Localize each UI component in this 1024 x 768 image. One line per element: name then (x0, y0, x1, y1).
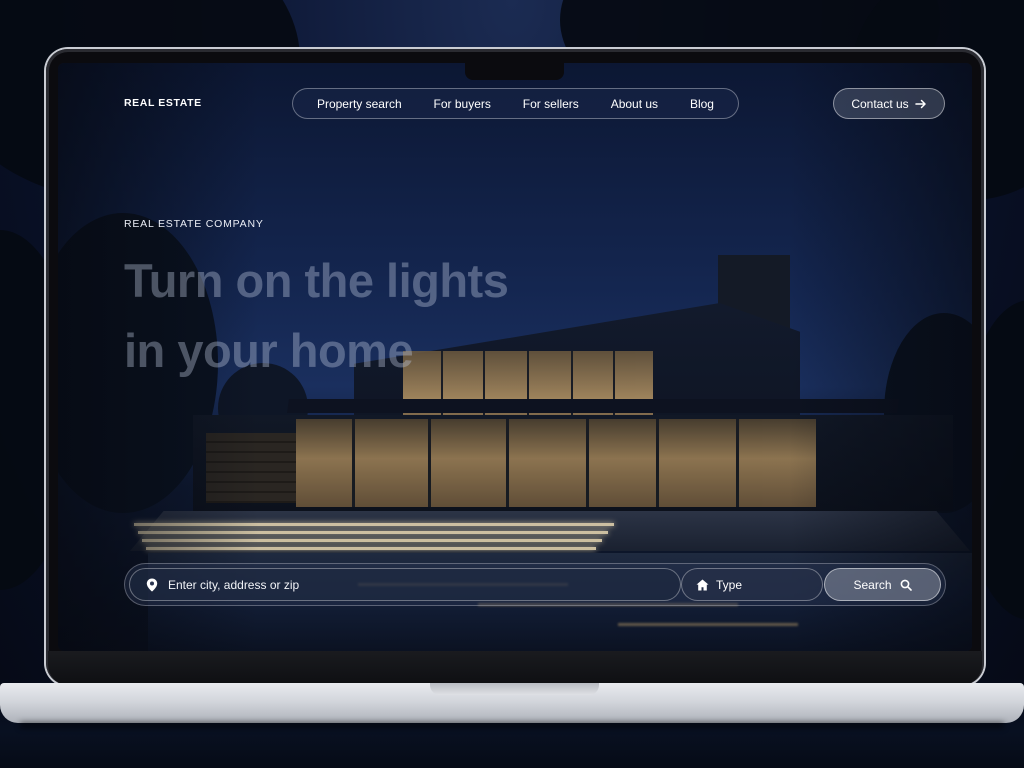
property-search-bar: Type Search (124, 563, 946, 606)
site-logo[interactable]: REAL ESTATE (124, 97, 202, 109)
nav-item-for-sellers[interactable]: For sellers (523, 97, 579, 111)
hero-headline: Turn on the lights in your home (124, 246, 644, 386)
contact-us-label: Contact us (851, 96, 909, 111)
contact-us-button[interactable]: Contact us (833, 88, 945, 119)
laptop-bezel-bottom (48, 651, 982, 685)
search-button[interactable]: Search (824, 568, 941, 601)
hero-kicker: REAL ESTATE COMPANY (124, 218, 264, 230)
arrow-right-icon (914, 98, 927, 110)
hero-headline-line-2: in your home (124, 324, 414, 377)
search-button-label: Search (853, 577, 892, 592)
camera-notch (465, 63, 564, 80)
home-icon (696, 579, 709, 591)
property-type-label: Type (716, 577, 743, 592)
location-field[interactable] (129, 568, 681, 601)
property-type-dropdown[interactable]: Type (681, 568, 823, 601)
main-navigation: Property search For buyers For sellers A… (292, 88, 739, 119)
hero-headline-line-1: Turn on the lights (124, 254, 509, 307)
search-icon (900, 579, 912, 591)
laptop-opening-groove (430, 683, 599, 695)
nav-item-property-search[interactable]: Property search (317, 97, 402, 111)
location-input[interactable] (166, 576, 650, 593)
nav-item-blog[interactable]: Blog (690, 97, 714, 111)
nav-item-for-buyers[interactable]: For buyers (434, 97, 491, 111)
nav-item-about-us[interactable]: About us (611, 97, 658, 111)
map-pin-icon (146, 578, 158, 592)
